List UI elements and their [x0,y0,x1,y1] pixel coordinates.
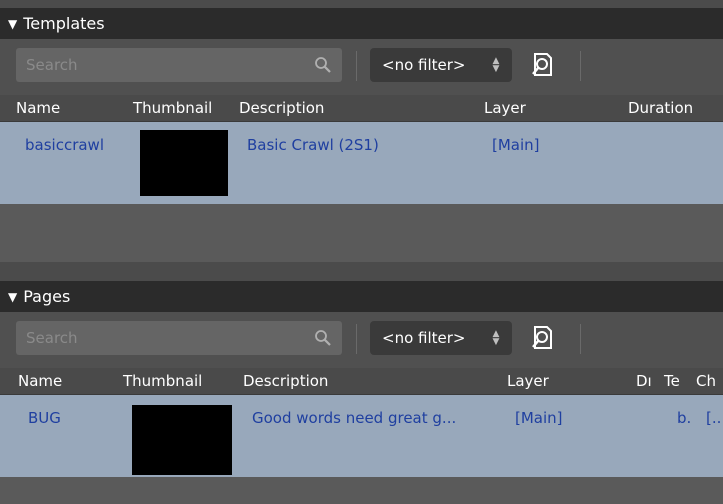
row-description: Basic Crawl (2S1) [247,136,379,154]
toolbar-divider [580,324,581,354]
column-header-duration[interactable]: Dı [636,368,652,394]
column-header-thumbnail[interactable]: Thumbnail [133,95,212,121]
filter-value: <no filter> [382,56,466,74]
collapse-triangle-icon[interactable]: ▼ [8,290,17,304]
column-header-description[interactable]: Description [243,368,328,394]
templates-toolbar: Search <no filter> ▲ ▼ [0,39,723,95]
select-arrows-icon: ▲ ▼ [492,56,500,74]
pages-table: Name Thumbnail Description Layer Dı Te C… [0,368,723,504]
row-te: b. [677,409,692,427]
row-layer: [Main] [492,136,540,154]
column-header-layer[interactable]: Layer [507,368,549,394]
row-description: Good words need great g... [252,409,457,427]
templates-table-header: Name Thumbnail Description Layer Duratio… [0,95,723,122]
pages-table-header: Name Thumbnail Description Layer Dı Te C… [0,368,723,395]
templates-table: Name Thumbnail Description Layer Duratio… [0,95,723,262]
templates-title: Templates [23,14,105,33]
search-placeholder: Search [26,56,78,74]
table-row[interactable]: basiccrawl Basic Crawl (2S1) [Main] [0,122,723,204]
toolbar-divider [356,324,357,354]
collapse-triangle-icon[interactable]: ▼ [8,17,17,31]
find-icon[interactable] [528,323,556,353]
column-header-thumbnail[interactable]: Thumbnail [123,368,202,394]
find-icon[interactable] [528,50,556,80]
pages-filter-select[interactable]: <no filter> ▲ ▼ [370,321,512,355]
pages-toolbar: Search <no filter> ▲ ▼ [0,312,723,368]
search-icon[interactable] [314,329,332,347]
table-row[interactable]: BUG Good words need great g... [Main] b.… [0,395,723,477]
row-ch: [.. [706,409,722,427]
column-header-ch[interactable]: Ch [696,368,716,394]
toolbar-divider [580,51,581,81]
row-name: basiccrawl [25,136,104,154]
search-icon[interactable] [314,56,332,74]
filter-value: <no filter> [382,329,466,347]
templates-panel-header[interactable]: ▼ Templates [0,8,723,39]
column-header-description[interactable]: Description [239,95,324,121]
select-arrows-icon: ▲ ▼ [492,329,500,347]
templates-filter-select[interactable]: <no filter> ▲ ▼ [370,48,512,82]
pages-title: Pages [23,287,71,306]
column-header-name[interactable]: Name [18,368,62,394]
pages-panel-header[interactable]: ▼ Pages [0,281,723,312]
column-header-name[interactable]: Name [16,95,60,121]
row-thumbnail [140,130,228,196]
templates-search-input[interactable]: Search [16,48,342,82]
column-header-te[interactable]: Te [664,368,680,394]
pages-search-input[interactable]: Search [16,321,342,355]
row-name: BUG [28,409,61,427]
row-thumbnail [132,405,232,475]
toolbar-divider [356,51,357,81]
column-header-duration[interactable]: Duration [628,95,693,121]
row-layer: [Main] [515,409,563,427]
column-header-layer[interactable]: Layer [484,95,526,121]
search-placeholder: Search [26,329,78,347]
